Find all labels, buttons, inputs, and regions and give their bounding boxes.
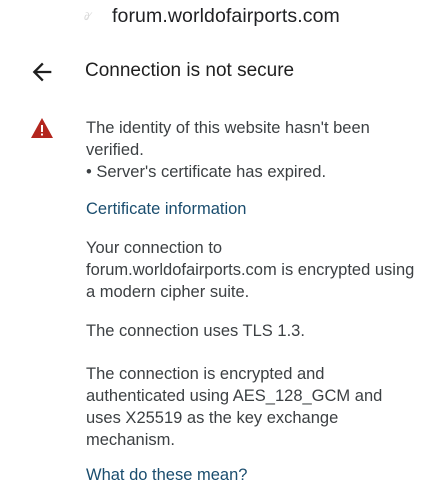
encryption-info: Your connection to forum.worldofairports… (86, 239, 415, 301)
url-domain: forum.worldofairports.com (112, 4, 340, 27)
tls-info: The connection uses TLS 1.3. (86, 322, 305, 340)
certificate-issue: • Server's certificate has expired. (86, 163, 327, 181)
identity-section: The identity of this website hasn't been… (86, 117, 416, 183)
dialog-title: Connection is not secure (85, 60, 295, 81)
cipher-info: The connection is encrypted and authenti… (86, 365, 383, 449)
warning-triangle-icon (30, 117, 54, 139)
connection-info-page: ∂∕ forum.worldofairports.com Connection … (0, 0, 425, 500)
certificate-information-link[interactable]: Certificate information (86, 198, 246, 220)
site-favicon-icon: ∂∕ (84, 11, 90, 23)
what-do-these-mean-link[interactable]: What do these mean? (86, 464, 247, 486)
url-bar[interactable]: ∂∕ forum.worldofairports.com (84, 3, 340, 29)
identity-warning: The identity of this website hasn't been… (86, 119, 370, 159)
arrow-back-icon (32, 62, 52, 82)
back-button[interactable] (28, 58, 56, 86)
